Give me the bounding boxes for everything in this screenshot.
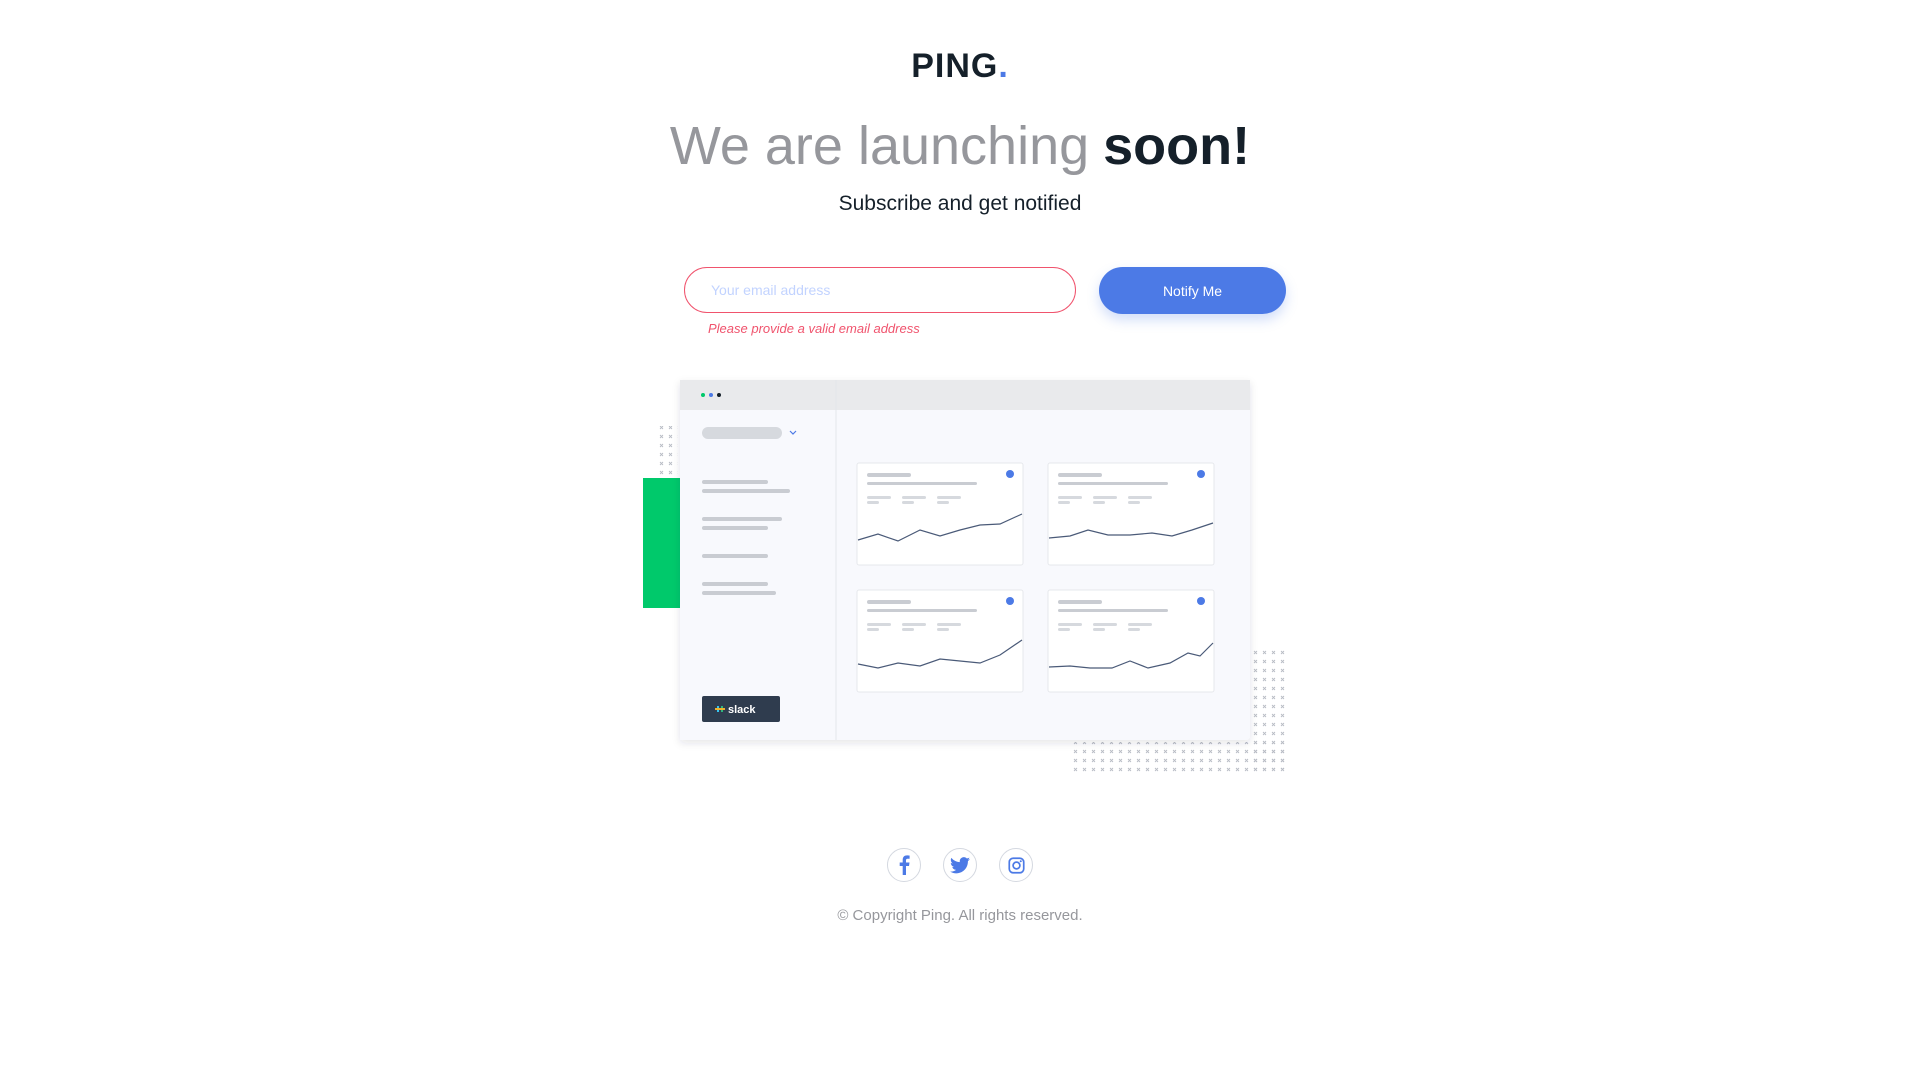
slack-label: slack: [728, 704, 756, 716]
brand-name: PING: [911, 47, 999, 85]
chart-card-1: [856, 462, 1024, 566]
chart-card-3: [856, 589, 1024, 693]
brand-logo: PING.: [0, 47, 1920, 86]
instagram-link[interactable]: [999, 848, 1033, 882]
green-accent-block: [643, 478, 680, 608]
slack-badge: slack: [702, 696, 780, 722]
copyright-text: © Copyright Ping. All rights reserved.: [837, 907, 1083, 924]
window-dot-dark: [717, 393, 721, 397]
instagram-icon: [1007, 856, 1025, 874]
twitter-link[interactable]: [943, 848, 977, 882]
window-dot-blue: [709, 393, 713, 397]
facebook-link[interactable]: [887, 848, 921, 882]
window-dot-green: [701, 393, 705, 397]
social-links: [0, 848, 1920, 882]
chart-card-2: [1047, 462, 1215, 566]
chart-card-4: [1047, 589, 1215, 693]
headline-bold: soon!: [1103, 116, 1251, 176]
page-subtitle: Subscribe and get notified: [838, 192, 1082, 215]
email-field[interactable]: [684, 267, 1076, 313]
brand-dot: .: [998, 47, 1009, 85]
page-headline: We are launching soon!: [0, 115, 1920, 177]
sidebar-dropdown: [702, 427, 782, 439]
email-error-message: Please provide a valid email address: [708, 321, 920, 336]
x-pattern-bottom: [1070, 742, 1286, 772]
headline-light: We are launching: [669, 116, 1090, 176]
twitter-icon: [950, 856, 970, 873]
page: PING. We are launching soon! Subscribe an…: [0, 0, 1920, 1080]
dashboard-illustration: slack: [643, 380, 1286, 772]
notify-me-button[interactable]: Notify Me: [1099, 267, 1286, 314]
facebook-icon: [899, 855, 910, 875]
